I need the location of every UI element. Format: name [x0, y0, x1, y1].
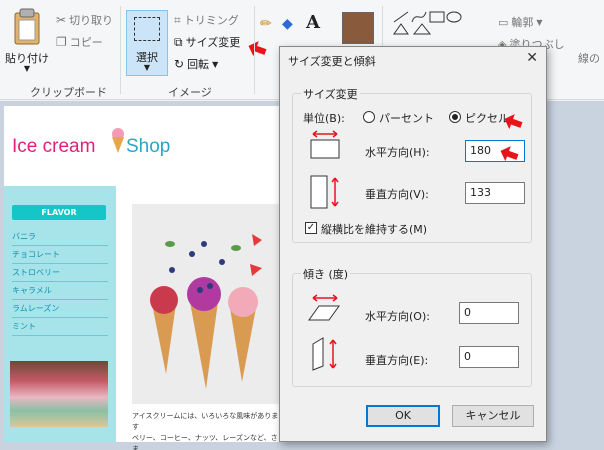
keep-ratio-checkbox[interactable]: ✓	[305, 222, 317, 234]
outline-icon: ▭	[498, 15, 509, 29]
flavor-button[interactable]: FLAVOR	[12, 205, 106, 220]
resize-section-label: サイズ変更	[301, 86, 360, 102]
ice-cream-cones-illustration	[132, 204, 282, 404]
horizontal-label: 水平方向(H):	[365, 146, 430, 159]
chevron-down-icon: ▼	[536, 17, 543, 27]
resize-button[interactable]: ⧉ サイズ変更	[174, 34, 240, 50]
paste-button[interactable]: 貼り付け ▼	[4, 6, 50, 74]
cancel-button[interactable]: キャンセル	[452, 405, 534, 427]
scissors-icon: ✂	[56, 13, 67, 27]
red-arrow-icon	[504, 114, 523, 130]
pencil-icon[interactable]: ✏	[260, 16, 272, 32]
body-text-line: アイスクリームには、いろいろな風味があります	[132, 412, 279, 431]
horizontal-resize-icon	[310, 130, 340, 159]
selection-rect-icon	[134, 17, 160, 41]
resize-icon: ⧉	[174, 34, 183, 49]
logo-text: Ice cream	[12, 136, 96, 157]
text-tool-icon[interactable]: A	[306, 12, 320, 33]
horizontal-skew-icon	[308, 294, 340, 321]
red-arrow-icon	[500, 146, 519, 162]
resize-label: サイズ変更	[185, 36, 241, 49]
menu-item[interactable]: キャラメル	[12, 282, 108, 300]
cut-label: 切り取り	[69, 14, 114, 27]
outline-button[interactable]: ▭ 輪郭 ▼	[498, 14, 543, 30]
crop-label: トリミング	[183, 14, 239, 27]
shapes-gallery[interactable]	[392, 10, 482, 50]
site-logo: Ice cream Shop	[12, 136, 170, 158]
copy-icon: ❐	[56, 35, 67, 49]
body-text: アイスクリームには、いろいろな風味があります ベリー、コーヒー、ナッツ、レーズン…	[132, 411, 282, 450]
chevron-down-icon[interactable]: ▼	[4, 64, 50, 73]
vertical-label: 垂直方向(V):	[365, 188, 429, 201]
skew-vertical-input[interactable]: 0	[459, 346, 519, 368]
size-label: 線の	[578, 52, 600, 65]
menu-item[interactable]: ラムレーズン	[12, 300, 108, 318]
resize-skew-dialog: サイズ変更と傾斜 ✕ サイズ変更 単位(B): パーセント ピクセル 水平方向(…	[279, 46, 547, 442]
rotate-label: 回転	[187, 58, 210, 71]
clipboard-group-label: クリップボード	[30, 86, 107, 99]
skew-horizontal-label: 水平方向(O):	[365, 310, 430, 323]
pixel-radio[interactable]	[449, 111, 461, 123]
crop-button[interactable]: ⌗ トリミング	[174, 12, 239, 28]
group-divider	[254, 6, 255, 94]
menu-item[interactable]: バニラ	[12, 228, 108, 246]
chevron-down-icon[interactable]: ▼	[127, 63, 167, 72]
ice-cream-photo	[132, 204, 282, 404]
fill-bucket-icon[interactable]: ◆	[282, 16, 293, 32]
keep-ratio-label[interactable]: 縦横比を維持する(M)	[321, 221, 427, 237]
rotate-button[interactable]: ↻ 回転 ▼	[174, 56, 218, 72]
red-arrow-icon	[248, 41, 267, 57]
cut-button[interactable]: ✂ 切り取り	[56, 12, 113, 28]
skew-section: 傾き (度) 水平方向(O): 0 垂直方向(E): 0	[292, 266, 532, 387]
vertical-input[interactable]: 133	[465, 182, 525, 204]
sidebar: FLAVOR バニラ チョコレート ストロベリー キャラメル ラムレーズン ミン…	[4, 186, 116, 442]
vertical-resize-icon	[310, 175, 339, 209]
dialog-title: サイズ変更と傾斜	[288, 55, 376, 68]
crop-icon: ⌗	[174, 12, 181, 27]
body-text-line: ベリー、コーヒー、ナッツ、レーズンなど、さま	[132, 434, 278, 450]
resize-section: サイズ変更 単位(B): パーセント ピクセル 水平方向(H): 180 垂直方…	[292, 86, 532, 243]
copy-button[interactable]: ❐ コピー	[56, 34, 103, 50]
vertical-skew-icon	[312, 337, 337, 371]
select-button[interactable]: 選択 ▼	[126, 10, 168, 76]
menu-item[interactable]: チョコレート	[12, 246, 108, 264]
percent-radio[interactable]	[363, 111, 375, 123]
menu-item[interactable]: ストロベリー	[12, 264, 108, 282]
group-divider	[120, 6, 121, 94]
chevron-down-icon: ▼	[212, 59, 219, 69]
rotate-icon: ↻	[174, 57, 185, 71]
brush-button[interactable]	[342, 12, 374, 44]
skew-section-label: 傾き (度)	[301, 266, 351, 282]
flavor-menu: バニラ チョコレート ストロベリー キャラメル ラムレーズン ミント	[12, 228, 108, 336]
unit-label: 単位(B):	[303, 112, 345, 125]
menu-item[interactable]: ミント	[12, 318, 108, 336]
image-page: Ice cream Shop FLAVOR バニラ チョコレート ストロベリー …	[4, 106, 282, 450]
copy-label: コピー	[69, 36, 103, 49]
skew-vertical-label: 垂直方向(E):	[365, 354, 429, 367]
image-group-label: イメージ	[168, 86, 212, 99]
clipboard-icon	[14, 8, 40, 45]
ice-cream-cone-icon	[112, 128, 124, 153]
size-button[interactable]: 線の	[578, 50, 600, 66]
skew-horizontal-input[interactable]: 0	[459, 302, 519, 324]
logo-shop: Shop	[125, 136, 171, 157]
close-icon[interactable]: ✕	[526, 50, 538, 66]
outline-label: 輪郭	[511, 16, 534, 29]
percent-label[interactable]: パーセント	[379, 110, 434, 126]
gelato-photo	[10, 361, 108, 427]
ok-button[interactable]: OK	[366, 405, 440, 427]
